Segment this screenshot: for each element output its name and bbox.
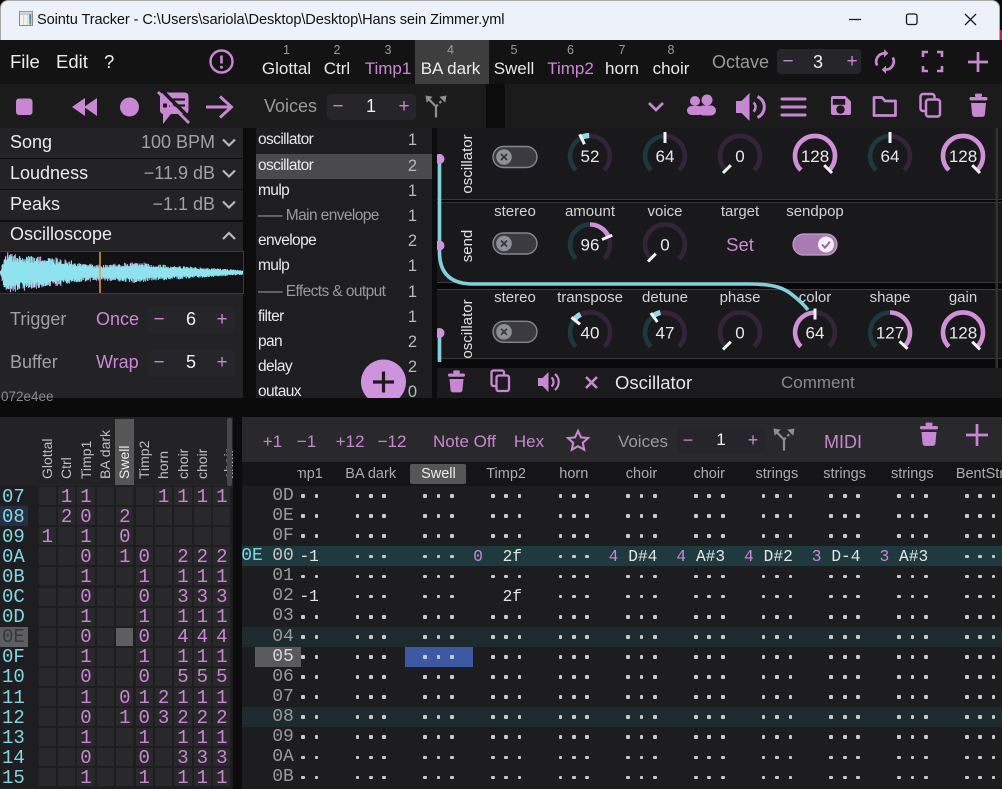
- svg-text:64: 64: [656, 147, 675, 166]
- svg-text:0: 0: [735, 147, 744, 166]
- svg-text:40: 40: [581, 324, 600, 343]
- svg-text:96: 96: [581, 236, 600, 255]
- svg-text:128: 128: [949, 147, 977, 166]
- svg-text:128: 128: [801, 147, 829, 166]
- svg-text:47: 47: [656, 324, 675, 343]
- svg-text:0: 0: [660, 236, 669, 255]
- svg-text:64: 64: [806, 324, 825, 343]
- svg-text:52: 52: [581, 147, 600, 166]
- svg-text:127: 127: [876, 324, 904, 343]
- svg-text:64: 64: [881, 147, 900, 166]
- svg-text:128: 128: [949, 324, 977, 343]
- svg-text:0: 0: [735, 324, 744, 343]
